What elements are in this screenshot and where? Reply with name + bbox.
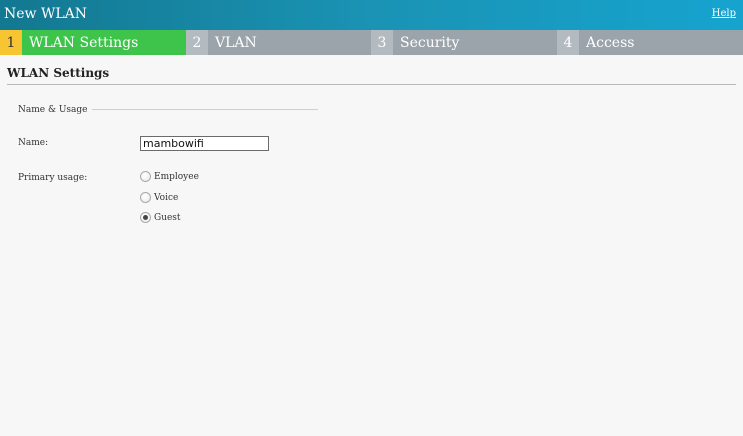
section-divider <box>7 84 736 85</box>
tab-label: WLAN Settings <box>29 34 139 51</box>
tab-label: Access <box>586 34 635 51</box>
tab-label: Security <box>400 34 460 51</box>
step-number: 1 <box>0 30 22 55</box>
primary-usage-label: Primary usage: <box>18 173 88 183</box>
tab-label: VLAN <box>215 34 257 51</box>
radio-button-icon[interactable] <box>140 171 151 182</box>
help-link[interactable]: Help <box>712 8 736 19</box>
radio-label: Guest <box>154 212 181 223</box>
tab-security[interactable]: 3 Security <box>371 30 557 55</box>
radio-button-icon[interactable] <box>140 212 151 223</box>
fieldset-divider <box>92 109 318 110</box>
radio-voice[interactable]: Voice <box>140 192 178 203</box>
tab-wlan-settings[interactable]: 1 WLAN Settings <box>0 30 186 55</box>
radio-label: Employee <box>154 171 199 182</box>
tab-access[interactable]: 4 Access <box>557 30 743 55</box>
wizard-steps: 1 WLAN Settings 2 VLAN 3 Security 4 Acce… <box>0 30 743 55</box>
section-title: WLAN Settings <box>7 66 110 80</box>
title-bar: New WLAN Help <box>0 0 743 30</box>
step-number: 4 <box>557 30 579 55</box>
radio-label: Voice <box>154 192 179 203</box>
radio-guest[interactable]: Guest <box>140 212 181 223</box>
tab-vlan[interactable]: 2 VLAN <box>186 30 371 55</box>
step-number: 2 <box>186 30 208 55</box>
window-title: New WLAN <box>4 6 88 22</box>
name-label: Name: <box>18 138 49 148</box>
step-number: 3 <box>371 30 393 55</box>
fieldset-legend: Name & Usage <box>18 105 88 115</box>
name-input[interactable] <box>140 136 269 151</box>
radio-employee[interactable]: Employee <box>140 171 199 182</box>
radio-button-icon[interactable] <box>140 192 151 203</box>
